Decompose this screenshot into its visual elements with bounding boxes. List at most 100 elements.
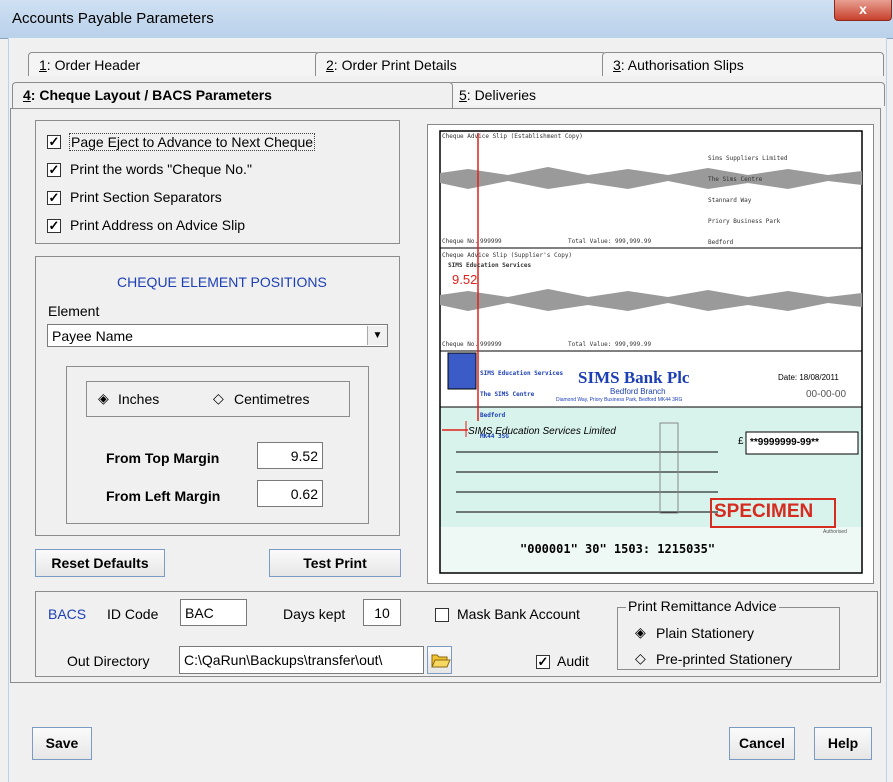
address-line: Priory Business Park [708, 218, 781, 225]
radio-unselected-icon[interactable]: ◇ [635, 650, 646, 667]
audit-checkbox[interactable]: ✓ [536, 655, 550, 669]
days-kept-input[interactable]: 10 [363, 599, 401, 626]
help-button[interactable]: Help [814, 727, 872, 760]
days-kept-value: 10 [374, 605, 390, 621]
radio-unselected-icon[interactable]: ◇ [213, 390, 224, 407]
check-mark-icon: ✓ [48, 218, 60, 233]
element-label: Element [48, 303, 100, 319]
print-separators-label: Print Section Separators [70, 189, 222, 205]
cheque-payer-address: SIMS Education Services The SIMS Centre … [480, 356, 563, 454]
remittance-advice-title: Print Remittance Advice [626, 598, 779, 614]
check-mark-icon: ✓ [48, 162, 60, 177]
slip2-cheque-no-label: Cheque No. [442, 341, 479, 348]
tab-cheque-layout[interactable]: 4: Cheque Layout / BACS Parameters [12, 82, 453, 108]
save-button[interactable]: Save [32, 727, 92, 760]
address-line: The SIMS Centre [480, 391, 535, 398]
address-line: Stannard Way [708, 197, 752, 204]
chevron-down-icon[interactable]: ▼ [367, 326, 387, 345]
element-value: Payee Name [52, 328, 133, 344]
tab-key: 5 [459, 87, 467, 103]
slip1-cheque-no: 999999 [480, 238, 502, 245]
slip2-title: Cheque Advice Slip (Supplier's Copy) [442, 252, 573, 259]
address-line: Bedford [708, 239, 734, 246]
reset-defaults-button[interactable]: Reset Defaults [35, 549, 165, 577]
centimetres-label: Centimetres [234, 391, 310, 407]
window-title: Accounts Payable Parameters [12, 10, 214, 27]
left-margin-input[interactable]: 0.62 [257, 480, 323, 507]
slip1-cheque-no-label: Cheque No. [442, 238, 479, 245]
days-kept-label: Days kept [283, 606, 346, 622]
address-line: Sims Suppliers Limited [708, 155, 788, 162]
page-eject-label: Page Eject to Advance to Next Cheque [69, 133, 316, 151]
tab-key: 1 [39, 57, 47, 73]
slip2-cheque-no: 999999 [480, 341, 502, 348]
left-margin-label: From Left Margin [106, 488, 221, 504]
cancel-button[interactable]: Cancel [729, 727, 795, 760]
cheque-date: Date: 18/08/2011 [778, 373, 839, 382]
print-address-checkbox[interactable]: ✓ [47, 219, 61, 233]
radio-selected-icon[interactable]: ◈ [98, 390, 109, 407]
top-margin-value: 9.52 [290, 448, 318, 464]
out-directory-value: C:\QaRun\Backups\transfer\out\ [184, 652, 383, 668]
check-mark-icon: ✓ [537, 654, 549, 669]
slip2-total: Total Value: 999,999.99 [568, 341, 652, 348]
element-dropdown[interactable]: Payee Name [47, 324, 388, 347]
close-button[interactable]: x [834, 0, 892, 21]
check-mark-icon: ✓ [48, 134, 60, 149]
tear-edge [440, 167, 862, 189]
tab-label: : Cheque Layout / BACS Parameters [30, 87, 272, 103]
top-margin-input[interactable]: 9.52 [257, 442, 323, 469]
specimen-stamp-text: SPECIMEN [714, 501, 814, 522]
bank-address: Diamond Way, Priory Business Park, Bedfo… [556, 397, 683, 403]
mask-bank-account-label: Mask Bank Account [457, 606, 580, 622]
close-icon: x [859, 1, 867, 17]
cheque-preview: Cheque Advice Slip (Establishment Copy) … [427, 124, 874, 584]
tab-deliveries[interactable]: 5: Deliveries [448, 82, 885, 106]
check-mark-icon: ✓ [48, 190, 60, 205]
audit-label: Audit [557, 653, 589, 669]
browse-folder-button[interactable] [427, 646, 452, 674]
cheque-amount: **9999999-99** [750, 437, 819, 448]
out-directory-label: Out Directory [67, 653, 150, 669]
pound-sign: £ [738, 436, 744, 447]
address-line: Bedford [480, 412, 506, 419]
title-bar: Accounts Payable Parameters x [0, 0, 893, 39]
payee-name: SIMS Education Services Limited [468, 426, 616, 437]
out-directory-input[interactable]: C:\QaRun\Backups\transfer\out\ [179, 646, 424, 674]
tab-label: : Order Print Details [333, 57, 457, 73]
radio-selected-icon[interactable]: ◈ [635, 624, 646, 641]
tab-key: 3 [613, 57, 621, 73]
tab-key: 4 [23, 87, 31, 103]
page-eject-checkbox[interactable]: ✓ [47, 135, 61, 149]
tab-label: : Deliveries [466, 87, 537, 103]
address-line: The Sims Centre [708, 176, 763, 183]
plain-stationery-label: Plain Stationery [656, 625, 755, 641]
id-code-value: BAC [185, 605, 214, 621]
tear-edge [440, 289, 862, 311]
positions-title: CHEQUE ELEMENT POSITIONS [117, 274, 327, 290]
print-cheque-no-checkbox[interactable]: ✓ [47, 163, 61, 177]
print-address-label: Print Address on Advice Slip [70, 217, 246, 233]
mask-bank-account-checkbox[interactable] [435, 608, 449, 622]
test-print-button[interactable]: Test Print [269, 549, 401, 577]
slip1-total: Total Value: 999,999.99 [568, 238, 652, 245]
tab-authorisation-slips[interactable]: 3: Authorisation Slips [602, 52, 884, 76]
bacs-label: BACS [48, 606, 87, 622]
top-margin-label: From Top Margin [106, 450, 220, 466]
tab-order-print-details[interactable]: 2: Order Print Details [315, 52, 606, 76]
bank-branch: Bedford Branch [610, 387, 666, 396]
folder-icon [431, 654, 451, 668]
preprinted-stationery-label: Pre-printed Stationery [656, 651, 793, 667]
bank-logo [447, 352, 477, 390]
left-margin-value: 0.62 [290, 486, 318, 502]
tab-order-header[interactable]: 1: Order Header [28, 52, 320, 76]
address-line: SIMS Education Services [480, 370, 564, 377]
bank-name: SIMS Bank Plc [578, 368, 690, 387]
slip1-title: Cheque Advice Slip (Establishment Copy) [442, 133, 583, 140]
slip1-supplier-address: Sims Suppliers Limited The Sims Centre S… [708, 141, 787, 260]
id-code-input[interactable]: BAC [180, 599, 247, 626]
print-separators-checkbox[interactable]: ✓ [47, 191, 61, 205]
slip2-payer: SIMS Education Services [448, 262, 532, 269]
inches-label: Inches [118, 391, 160, 407]
authorised-label: Authorised [823, 529, 847, 535]
